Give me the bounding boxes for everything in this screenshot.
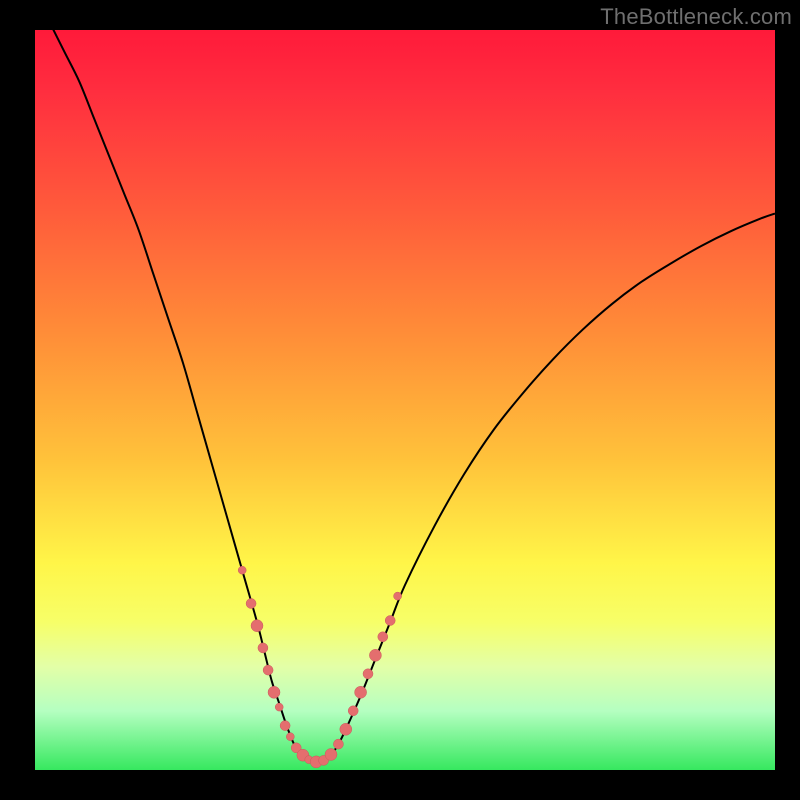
data-marker [369,649,381,661]
data-marker [258,643,268,653]
watermark-label: TheBottleneck.com [600,4,792,30]
data-marker [394,592,402,600]
data-marker [275,703,283,711]
bottleneck-chart-svg [35,30,775,770]
data-marker [246,599,256,609]
data-marker [280,721,290,731]
marker-group [238,566,401,768]
data-marker [263,665,273,675]
data-marker [378,632,388,642]
data-marker [355,686,367,698]
data-marker [325,748,337,760]
plot-area [35,30,775,770]
data-marker [340,723,352,735]
data-marker [286,733,294,741]
data-marker [238,566,246,574]
bottleneck-curve [35,30,775,763]
data-marker [333,739,343,749]
data-marker [251,620,263,632]
data-marker [385,616,395,626]
data-marker [363,669,373,679]
chart-frame: TheBottleneck.com [0,0,800,800]
data-marker [348,706,358,716]
data-marker [268,686,280,698]
